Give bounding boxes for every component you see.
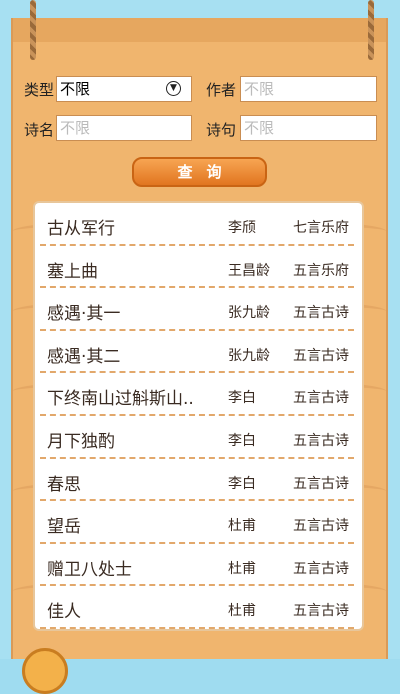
list-item[interactable]: 下终南山过斛斯山.. 李白 五言古诗	[40, 373, 354, 416]
poem-title: 望岳	[47, 517, 81, 538]
poem-name-input[interactable]: 不限	[56, 115, 192, 141]
poem-title: 赠卫八处士	[47, 559, 132, 580]
hanging-rope-right	[368, 0, 374, 60]
list-item[interactable]: 佳人 杜甫 五言古诗	[40, 586, 354, 629]
hanging-rope-left	[30, 0, 36, 60]
poem-type: 五言古诗	[293, 518, 349, 535]
poem-type: 五言古诗	[293, 305, 349, 322]
poem-type: 五言乐府	[293, 262, 349, 279]
list-item[interactable]: 赠卫八处士 杜甫 五言古诗	[40, 544, 354, 587]
poem-line-input[interactable]: 不限	[240, 115, 377, 141]
list-item[interactable]: 春思 李白 五言古诗	[40, 459, 354, 502]
poem-author: 杜甫	[228, 560, 256, 577]
poem-title: 塞上曲	[47, 261, 98, 282]
poem-type: 五言古诗	[293, 390, 349, 407]
chevron-down-icon: ▼	[166, 81, 181, 96]
poem-type: 五言古诗	[293, 560, 349, 577]
poem-author: 李白	[228, 475, 256, 492]
type-select-value: 不限	[60, 80, 91, 98]
list-item[interactable]: 望岳 杜甫 五言古诗	[40, 501, 354, 544]
poem-author: 李白	[228, 432, 256, 449]
list-item[interactable]: 月下独酌 李白 五言古诗	[40, 416, 354, 459]
list-item[interactable]: 塞上曲 王昌龄 五言乐府	[40, 246, 354, 289]
poem-title: 佳人	[47, 602, 81, 623]
poem-line-label: 诗句	[206, 121, 237, 139]
query-button[interactable]: 查询	[132, 157, 267, 187]
coin-icon	[22, 648, 68, 694]
type-select[interactable]: 不限 ▼	[56, 76, 192, 102]
list-item[interactable]: 感遇·其二 张九龄 五言古诗	[40, 331, 354, 374]
poem-title: 下终南山过斛斯山..	[47, 389, 194, 410]
poem-author: 李白	[228, 390, 256, 407]
poem-type: 五言古诗	[293, 603, 349, 620]
poem-author: 张九龄	[228, 347, 270, 364]
poem-title: 感遇·其一	[47, 304, 121, 325]
poem-type: 七言乐府	[293, 220, 349, 236]
poem-author: 王昌龄	[228, 262, 270, 279]
poem-title: 月下独酌	[47, 431, 115, 452]
poem-type: 五言古诗	[293, 475, 349, 492]
poem-type: 五言古诗	[293, 347, 349, 364]
poem-author: 李颀	[228, 220, 256, 236]
list-item[interactable]: 感遇·其一 张九龄 五言古诗	[40, 288, 354, 331]
poem-title: 春思	[47, 474, 81, 495]
author-label: 作者	[206, 81, 237, 99]
poem-type: 五言古诗	[293, 432, 349, 449]
poem-author: 杜甫	[228, 518, 256, 535]
poem-author: 杜甫	[228, 603, 256, 620]
type-label: 类型	[24, 81, 55, 99]
poem-title: 感遇·其二	[47, 346, 121, 367]
poem-name-label: 诗名	[24, 121, 55, 139]
poem-author: 张九龄	[228, 305, 270, 322]
author-input[interactable]: 不限	[240, 76, 377, 102]
poem-list: 古从军行 李颀 七言乐府 塞上曲 王昌龄 五言乐府 感遇·其一 张九龄 五言古诗…	[35, 203, 362, 629]
poem-title: 古从军行	[47, 219, 115, 239]
list-item[interactable]: 古从军行 李颀 七言乐府	[40, 203, 354, 246]
